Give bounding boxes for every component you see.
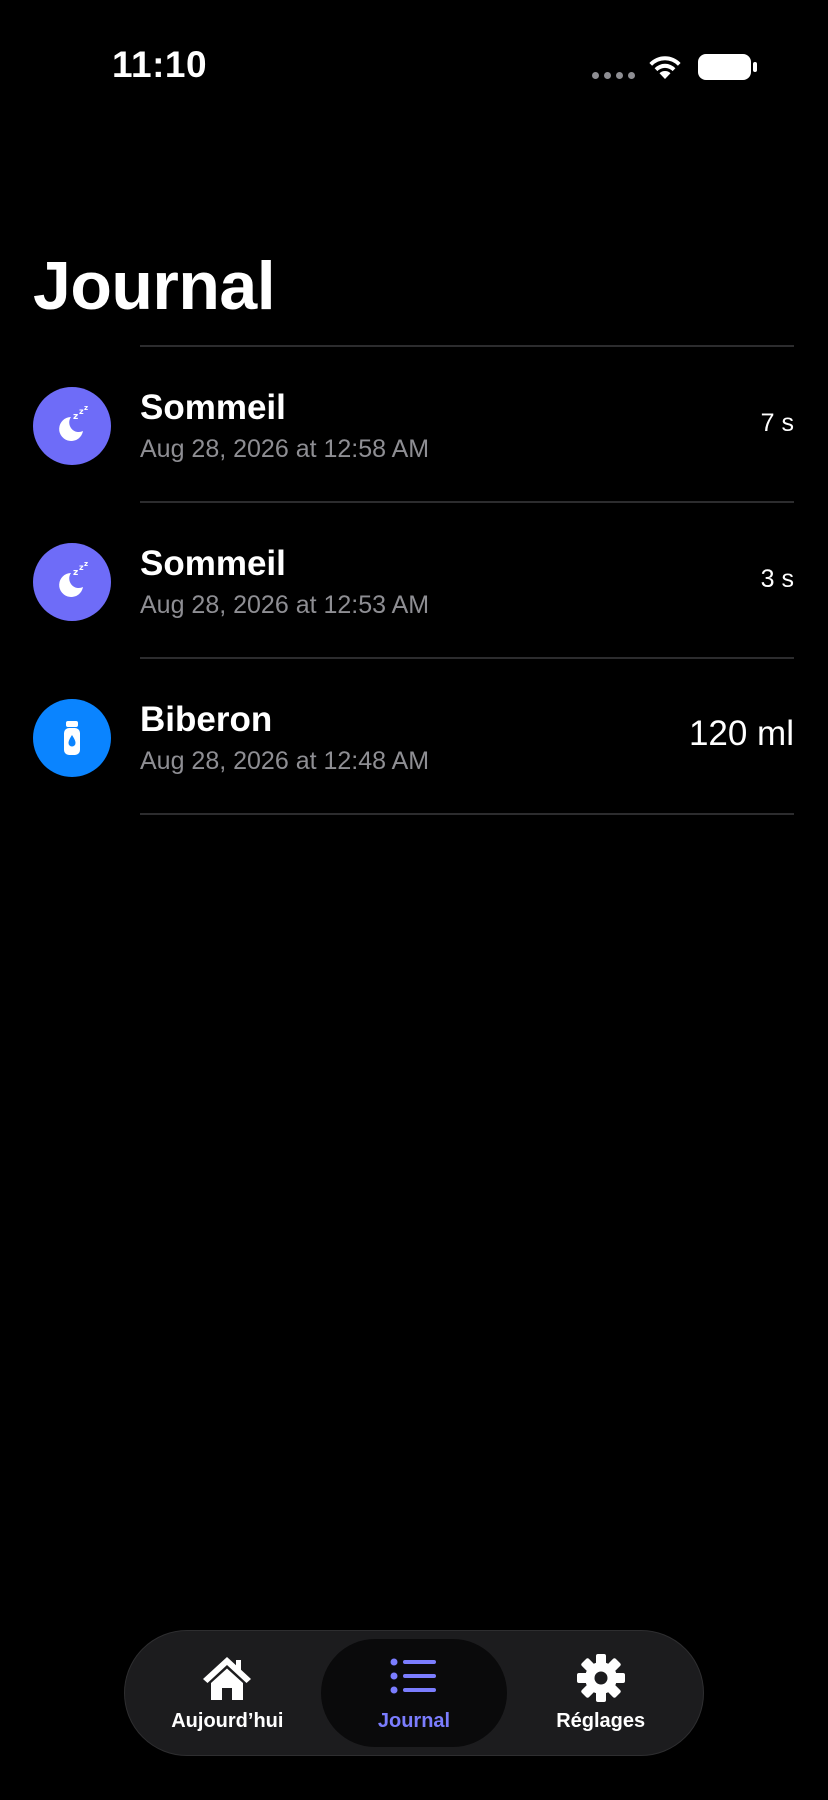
house-icon: [203, 1657, 252, 1700]
status-time: 11:10: [112, 44, 208, 85]
tab-label: Journal: [377, 1710, 451, 1732]
battery-icon: [698, 54, 757, 80]
entry-value: 3 s: [760, 565, 794, 593]
journal-list: z z z Sommeil Aug 28, 2026 at 12:58 AM 7…: [0, 345, 828, 815]
entry-timestamp: Aug 28, 2026 at 12:53 AM: [140, 591, 430, 619]
list-item[interactable]: Biberon Aug 28, 2026 at 12:48 AM 120 ml: [0, 659, 828, 813]
list-item[interactable]: z z z Sommeil Aug 28, 2026 at 12:53 AM 3…: [0, 503, 828, 657]
list-item[interactable]: z z z Sommeil Aug 28, 2026 at 12:58 AM 7…: [0, 347, 828, 501]
svg-text:z: z: [84, 404, 88, 412]
sleep-moon-icon: z z z: [33, 543, 111, 621]
status-bar: 11:10: [0, 0, 828, 120]
svg-text:z: z: [84, 560, 88, 568]
entry-title: Biberon: [140, 700, 273, 739]
entry-timestamp: Aug 28, 2026 at 12:48 AM: [140, 747, 430, 775]
sleep-moon-icon: z z z: [33, 387, 111, 465]
list-icon: [390, 1658, 436, 1694]
tab-today[interactable]: Aujourd’hui: [134, 1639, 321, 1747]
tab-journal[interactable]: Journal: [320, 1639, 508, 1747]
cellular-signal-icon: [592, 72, 635, 79]
list-divider: [140, 813, 794, 815]
gear-icon: [576, 1654, 625, 1702]
entry-timestamp: Aug 28, 2026 at 12:58 AM: [140, 435, 430, 463]
tab-bar: Aujourd’hui Journal Réglages: [124, 1630, 704, 1756]
tab-label: Réglages: [556, 1710, 646, 1732]
entry-value: 120 ml: [688, 714, 794, 753]
svg-text:z: z: [73, 568, 78, 578]
svg-text:z: z: [73, 412, 78, 422]
wifi-icon: [649, 56, 681, 79]
tab-label: Aujourd’hui: [171, 1710, 284, 1732]
page-title: Journal: [33, 248, 276, 324]
entry-title: Sommeil: [140, 388, 286, 427]
entry-value: 7 s: [760, 409, 794, 437]
entry-title: Sommeil: [140, 544, 286, 583]
baby-bottle-icon: [33, 699, 111, 777]
tab-settings[interactable]: Réglages: [507, 1639, 694, 1747]
